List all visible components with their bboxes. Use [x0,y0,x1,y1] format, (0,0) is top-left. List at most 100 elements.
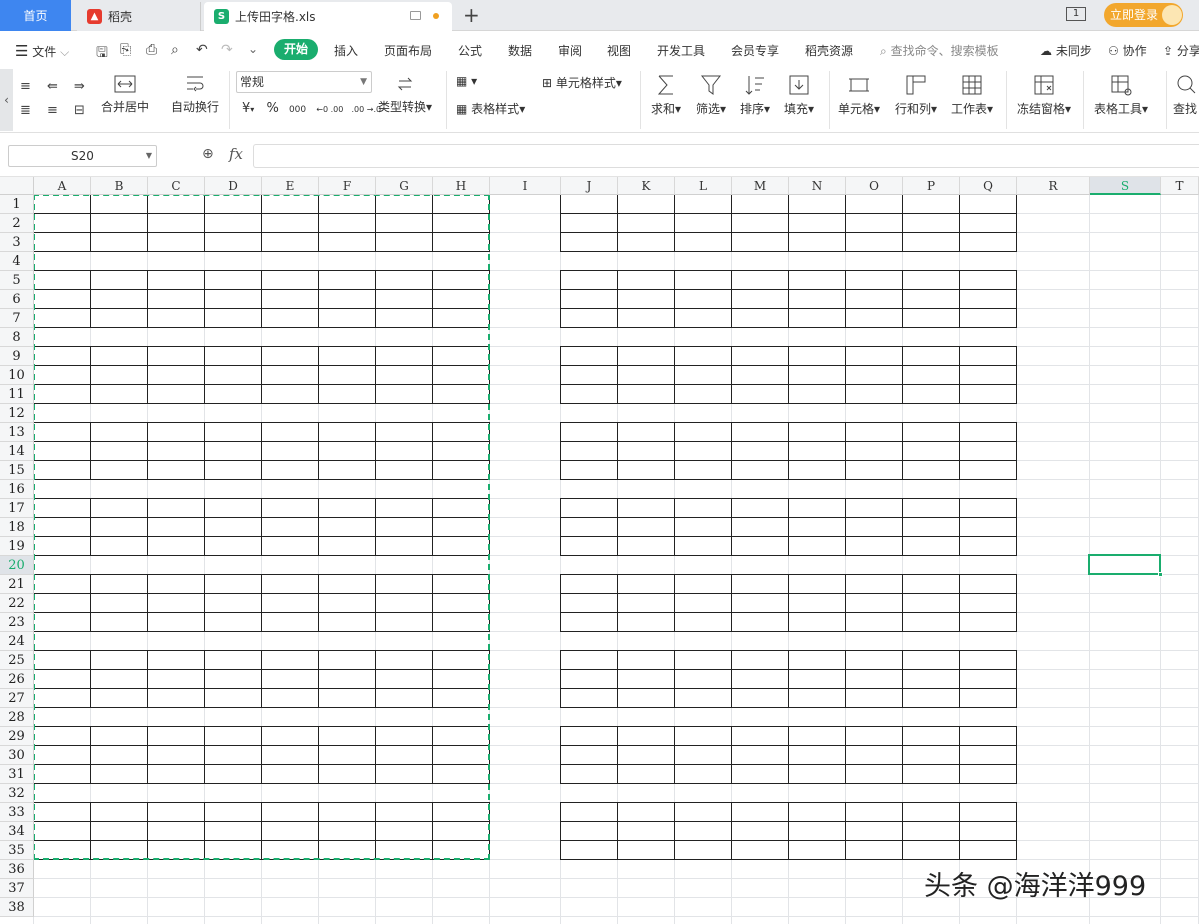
row-header-21[interactable]: 21 [0,575,34,594]
tab-insert[interactable]: 插入 [334,42,358,59]
row-header-37[interactable]: 37 [0,879,34,898]
row-header-22[interactable]: 22 [0,594,34,613]
row-header-19[interactable]: 19 [0,537,34,556]
collab-button[interactable]: ⚇ 协作 [1108,42,1147,59]
worksheet-button[interactable]: 工作表▾ [951,73,993,117]
row-header-31[interactable]: 31 [0,765,34,784]
merge-center-button[interactable]: 合并居中 [101,73,149,115]
fill-button[interactable]: 填充▾ [784,73,814,117]
column-header-g[interactable]: G [376,177,433,195]
column-header-t[interactable]: T [1161,177,1199,195]
quick-export-icon[interactable]: ⎘ [120,42,131,58]
type-convert-button[interactable]: 类型转换▾ [378,73,432,115]
row-header-24[interactable]: 24 [0,632,34,651]
align-buttons[interactable]: ≡ ⇚ ⇛ ≣ ≡ ⊟ [20,75,91,123]
fx-button[interactable]: fx [229,145,243,163]
cells-button[interactable]: 单元格▾ [838,73,880,117]
freeze-panes-button[interactable]: 冻结窗格▾ [1017,73,1071,117]
row-header-11[interactable]: 11 [0,385,34,404]
row-header-13[interactable]: 13 [0,423,34,442]
border-button[interactable]: ▦ ▾ [456,74,477,88]
command-search[interactable]: ⌕ 查找命令、搜索模板 [880,42,999,59]
column-header-p[interactable]: P [903,177,960,195]
wrap-text-button[interactable]: 自动换行 [171,73,219,115]
currency-dropdown-icon[interactable]: ▾ [250,105,254,114]
row-header-5[interactable]: 5 [0,271,34,290]
column-header-s[interactable]: S [1090,177,1161,195]
tab-home[interactable]: 首页 [0,0,71,31]
window-count-icon[interactable]: 1 [1066,7,1086,21]
tab-developer[interactable]: 开发工具 [657,42,705,59]
column-header-f[interactable]: F [319,177,376,195]
tab-daoke-resources[interactable]: 稻壳资源 [805,42,853,59]
row-header-9[interactable]: 9 [0,347,34,366]
cell-style-button[interactable]: ⊞ 单元格样式▾ [542,74,622,91]
row-header-16[interactable]: 16 [0,480,34,499]
add-tab-button[interactable]: + [463,3,480,27]
active-cell-outline[interactable] [1088,554,1161,575]
quick-print-icon[interactable]: ⎙ [146,42,157,58]
quick-preview-icon[interactable]: ⌕ [171,42,179,58]
tab-member[interactable]: 会员专享 [731,42,779,59]
select-all-corner[interactable] [0,177,34,195]
row-header-6[interactable]: 6 [0,290,34,309]
row-header-38[interactable]: 38 [0,898,34,917]
tab-file[interactable]: S 上传田字格.xls [204,2,452,31]
row-header-12[interactable]: 12 [0,404,34,423]
row-header-27[interactable]: 27 [0,689,34,708]
row-header-7[interactable]: 7 [0,309,34,328]
fill-handle[interactable] [1158,572,1163,577]
column-header-o[interactable]: O [846,177,903,195]
undo-icon[interactable]: ↶ [196,42,208,58]
column-header-d[interactable]: D [205,177,262,195]
file-menu[interactable]: ☰ 文件 ⌵ [15,42,69,60]
row-header-3[interactable]: 3 [0,233,34,252]
column-header-i[interactable]: I [490,177,561,195]
filter-button[interactable]: 筛选▾ [696,73,726,117]
column-header-r[interactable]: R [1017,177,1090,195]
column-header-l[interactable]: L [675,177,732,195]
sync-status[interactable]: ☁ 未同步 [1040,42,1092,59]
row-header-18[interactable]: 18 [0,518,34,537]
quick-more-icon[interactable]: ⌄ [248,42,258,56]
row-header-10[interactable]: 10 [0,366,34,385]
share-button[interactable]: ⇪ 分享 [1163,42,1199,59]
row-header-25[interactable]: 25 [0,651,34,670]
row-header-1[interactable]: 1 [0,195,34,214]
ribbon-scroll-left-icon[interactable]: ‹ [0,69,13,131]
tab-view[interactable]: 视图 [607,42,631,59]
column-header-k[interactable]: K [618,177,675,195]
increase-decimal-button[interactable]: ←0 .00 [316,105,343,114]
tab-start[interactable]: 开始 [274,39,318,60]
login-button[interactable]: 立即登录 [1104,3,1183,27]
decrease-decimal-button[interactable]: .00 →.0 [351,105,381,114]
tab-data[interactable]: 数据 [508,42,532,59]
row-header-4[interactable]: 4 [0,252,34,271]
zoom-formula-icon[interactable]: ⊕ [202,146,214,162]
redo-icon[interactable]: ↷ [221,42,233,58]
row-header-30[interactable]: 30 [0,746,34,765]
row-header-17[interactable]: 17 [0,499,34,518]
table-tools-button[interactable]: 表格工具▾ [1094,73,1148,117]
row-header-2[interactable]: 2 [0,214,34,233]
tab-formula[interactable]: 公式 [458,42,482,59]
pin-icon[interactable] [410,11,421,20]
align-top-icon[interactable]: ≡ ⇚ ⇛ [20,75,91,99]
row-header-33[interactable]: 33 [0,803,34,822]
row-header-32[interactable]: 32 [0,784,34,803]
row-header-14[interactable]: 14 [0,442,34,461]
row-header-15[interactable]: 15 [0,461,34,480]
column-header-j[interactable]: J [561,177,618,195]
sum-button[interactable]: 求和▾ [651,73,681,117]
row-header-29[interactable]: 29 [0,727,34,746]
column-header-a[interactable]: A [34,177,91,195]
rows-cols-button[interactable]: 行和列▾ [895,73,937,117]
row-header-23[interactable]: 23 [0,613,34,632]
column-header-q[interactable]: Q [960,177,1017,195]
sort-button[interactable]: 排序▾ [740,73,770,117]
column-header-m[interactable]: M [732,177,789,195]
thousands-button[interactable]: 000 [289,105,306,115]
tab-review[interactable]: 审阅 [558,42,582,59]
row-header-36[interactable]: 36 [0,860,34,879]
row-header-34[interactable]: 34 [0,822,34,841]
